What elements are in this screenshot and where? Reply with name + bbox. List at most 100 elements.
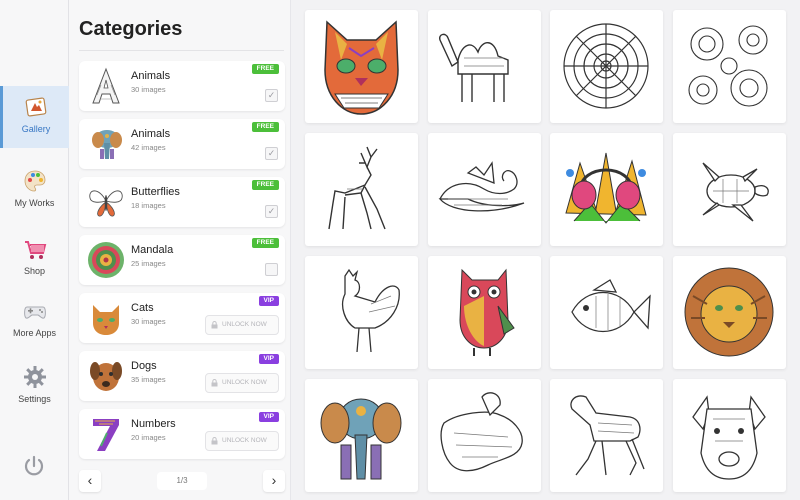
category-name: Numbers bbox=[131, 418, 176, 430]
free-badge: FREE bbox=[251, 64, 279, 74]
vip-badge: VIP bbox=[258, 296, 279, 306]
next-page-button[interactable]: › bbox=[263, 470, 285, 492]
deer-image bbox=[328, 146, 386, 230]
category-item-butterflies[interactable]: Butterflies 18 images FREE ✓ bbox=[79, 177, 285, 227]
gallery-tile-mandala-flower[interactable] bbox=[550, 10, 663, 123]
rooster-image bbox=[341, 268, 400, 353]
camel-image bbox=[438, 33, 509, 102]
dog-thumb bbox=[90, 362, 122, 391]
category-count: 42 images bbox=[131, 143, 166, 152]
pager: ‹ 1/3 › bbox=[79, 470, 285, 492]
gallery-tile-dog-paw[interactable] bbox=[428, 379, 541, 492]
category-name: Dogs bbox=[131, 360, 157, 372]
unlock-now-button[interactable]: UNLOCK NOW bbox=[205, 373, 279, 393]
dog-face-image bbox=[692, 395, 766, 480]
gallery-tile-swan[interactable] bbox=[428, 133, 541, 246]
free-badge: FREE bbox=[251, 238, 279, 248]
prev-page-button[interactable]: ‹ bbox=[79, 470, 101, 492]
divider bbox=[79, 50, 284, 51]
gallery-tile-colored-cat-mask[interactable] bbox=[305, 10, 418, 123]
category-name: Animals bbox=[131, 128, 171, 140]
category-count: 20 images bbox=[131, 433, 166, 442]
category-name: Butterflies bbox=[131, 186, 180, 198]
categories-panel: Categories Animals 30 images FREE ✓ Anim… bbox=[69, 0, 291, 500]
nav-item-my-works[interactable]: My Works bbox=[0, 160, 69, 222]
number-seven-thumb bbox=[93, 419, 119, 451]
page-indicator: 1/3 bbox=[157, 472, 207, 490]
gallery-icon bbox=[25, 97, 47, 117]
power-icon[interactable] bbox=[22, 454, 46, 478]
category-item-mandala[interactable]: Mandala 25 images FREE bbox=[79, 235, 285, 285]
letter-a-thumb bbox=[92, 67, 120, 104]
nav-item-gallery[interactable]: Gallery bbox=[0, 86, 69, 148]
category-count: 35 images bbox=[131, 375, 166, 384]
fish-image bbox=[571, 279, 651, 333]
category-item-cats[interactable]: Cats 30 images VIP UNLOCK NOW bbox=[79, 293, 285, 343]
free-badge: FREE bbox=[251, 122, 279, 132]
horse-image bbox=[570, 395, 645, 476]
nav-item-settings[interactable]: Settings bbox=[0, 356, 69, 418]
dog-paw-image bbox=[440, 392, 523, 472]
gallery-tile-colored-owl[interactable] bbox=[428, 256, 541, 369]
category-name: Mandala bbox=[131, 244, 174, 256]
colored-headphones-image bbox=[565, 152, 647, 224]
category-name: Cats bbox=[131, 302, 154, 314]
category-count: 18 images bbox=[131, 201, 166, 210]
unlock-label: UNLOCK NOW bbox=[222, 321, 267, 328]
nav-label: More Apps bbox=[12, 328, 57, 338]
checkbox-checked[interactable]: ✓ bbox=[265, 89, 278, 102]
checkbox-checked[interactable]: ✓ bbox=[265, 147, 278, 160]
flower-pattern-image bbox=[688, 25, 768, 107]
vip-badge: VIP bbox=[258, 354, 279, 364]
category-item-numbers[interactable]: Numbers 20 images VIP UNLOCK NOW bbox=[79, 409, 285, 459]
vip-badge: VIP bbox=[258, 412, 279, 422]
lock-icon bbox=[211, 437, 218, 445]
gallery-tile-horse[interactable] bbox=[550, 379, 663, 492]
gallery-tile-fish[interactable] bbox=[550, 256, 663, 369]
butterfly-thumb bbox=[89, 190, 123, 217]
nav-label: Settings bbox=[18, 394, 51, 404]
category-count: 30 images bbox=[131, 317, 166, 326]
nav-label: Shop bbox=[23, 266, 46, 276]
unlock-label: UNLOCK NOW bbox=[222, 379, 267, 386]
colored-owl-image bbox=[459, 268, 515, 356]
gallery-tile-colored-headphones[interactable] bbox=[550, 133, 663, 246]
unlock-now-button[interactable]: UNLOCK NOW bbox=[205, 431, 279, 451]
checkbox-unchecked[interactable] bbox=[265, 263, 278, 276]
cat-thumb bbox=[93, 305, 119, 335]
lock-icon bbox=[211, 379, 218, 387]
colored-lion-image bbox=[684, 267, 774, 357]
colored-cat-mask-image bbox=[324, 20, 399, 115]
free-badge: FREE bbox=[251, 180, 279, 190]
gallery-tile-dog-face[interactable] bbox=[673, 379, 786, 492]
nav-item-shop[interactable]: Shop bbox=[0, 228, 69, 290]
checkbox-checked[interactable]: ✓ bbox=[265, 205, 278, 218]
category-name: Animals bbox=[131, 70, 171, 82]
nav-label: My Works bbox=[14, 198, 55, 208]
mandala-flower-image bbox=[563, 23, 649, 109]
elephant-thumb bbox=[92, 130, 122, 159]
category-item-dogs[interactable]: Dogs 35 images VIP UNLOCK NOW bbox=[79, 351, 285, 401]
palette-icon bbox=[24, 170, 45, 192]
gallery-tile-flower-pattern[interactable] bbox=[673, 10, 786, 123]
colored-elephant-image bbox=[320, 398, 402, 480]
gallery-tile-camel[interactable] bbox=[428, 10, 541, 123]
nav-item-more-apps[interactable]: More Apps bbox=[0, 290, 69, 352]
gallery-tile-sea-turtle[interactable] bbox=[673, 133, 786, 246]
category-item-animals-letter[interactable]: Animals 30 images FREE ✓ bbox=[79, 61, 285, 111]
lock-icon bbox=[211, 321, 218, 329]
swan-image bbox=[438, 161, 525, 212]
category-count: 30 images bbox=[131, 85, 166, 94]
shopping-cart-icon bbox=[24, 241, 46, 259]
unlock-now-button[interactable]: UNLOCK NOW bbox=[205, 315, 279, 335]
gallery-tile-deer[interactable] bbox=[305, 133, 418, 246]
unlock-label: UNLOCK NOW bbox=[222, 437, 267, 444]
gear-icon bbox=[23, 366, 46, 388]
gallery-tile-colored-lion[interactable] bbox=[673, 256, 786, 369]
gallery-tile-rooster[interactable] bbox=[305, 256, 418, 369]
nav-label: Gallery bbox=[21, 124, 51, 134]
category-item-animals-elephant[interactable]: Animals 42 images FREE ✓ bbox=[79, 119, 285, 169]
gamepad-icon bbox=[23, 306, 46, 319]
mandala-thumb bbox=[88, 242, 124, 278]
gallery-tile-colored-elephant[interactable] bbox=[305, 379, 418, 492]
